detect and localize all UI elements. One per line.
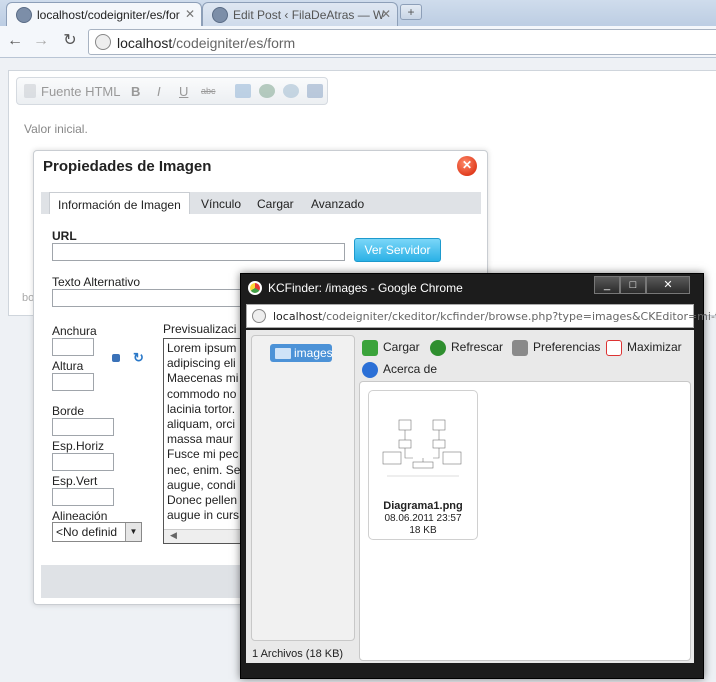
- height-label: Altura: [52, 359, 84, 373]
- anchor-flag-icon[interactable]: [307, 84, 323, 98]
- tab-close-icon[interactable]: ✕: [185, 7, 195, 21]
- tab-upload[interactable]: Cargar: [249, 192, 302, 214]
- settings-label: Preferencias: [533, 340, 601, 355]
- tab-link[interactable]: Vínculo: [193, 192, 249, 214]
- chevron-down-icon: ▼: [125, 523, 141, 541]
- dialog-title: Propiedades de Imagen: [43, 158, 212, 175]
- kc-address-path: /codeigniter/ckeditor/kcfinder/browse.ph…: [322, 310, 716, 323]
- upload-arrow-icon: [362, 340, 378, 356]
- tab-title: Edit Post ‹ FilaDeAtras — W: [233, 8, 385, 22]
- file-name: Diagrama1.png: [383, 500, 463, 512]
- preview-text: Lorem ipsum adipiscing eli Maecenas mi c…: [167, 341, 241, 523]
- bold-button[interactable]: B: [131, 84, 140, 99]
- tab-localhost[interactable]: localhost/codeigniter/es/for ✕: [6, 2, 202, 26]
- address-host: localhost: [117, 35, 173, 51]
- minimize-icon[interactable]: _: [594, 276, 620, 294]
- editor-content[interactable]: Valor inicial.: [24, 122, 88, 136]
- address-path: /codeigniter/es/form: [172, 35, 296, 51]
- preview-label: Previsualizaci: [163, 322, 237, 336]
- maximize-window-icon[interactable]: □: [620, 276, 646, 294]
- upload-label: Cargar: [383, 340, 420, 355]
- editor-toolbar: Fuente HTML B I U abc: [16, 77, 328, 105]
- flash-icon[interactable]: [259, 84, 275, 98]
- maximize-label: Maximizar: [627, 340, 682, 355]
- align-value: <No definid: [56, 525, 118, 539]
- alt-text-label: Texto Alternativo: [52, 275, 141, 289]
- page-icon: [95, 34, 111, 50]
- kcfinder-address-bar[interactable]: localhost/codeigniter/ckeditor/kcfinder/…: [246, 304, 716, 328]
- align-label: Alineación: [52, 509, 108, 523]
- refresh-icon: [430, 340, 446, 356]
- folder-tree-panel: [251, 335, 355, 641]
- table-icon[interactable]: [283, 84, 299, 98]
- forward-arrow-icon[interactable]: →: [30, 31, 52, 51]
- border-label: Borde: [52, 404, 85, 418]
- wrench-icon: [512, 340, 528, 356]
- alt-text-input[interactable]: [52, 289, 242, 307]
- tab-title: localhost/codeigniter/es/for: [37, 8, 180, 22]
- reset-size-icon[interactable]: ↻: [133, 350, 144, 366]
- kcfinder-status: 1 Archivos (18 KB): [252, 648, 344, 660]
- settings-button[interactable]: Preferencias: [512, 340, 600, 356]
- width-input[interactable]: [52, 338, 94, 356]
- vspace-label: Esp.Vert: [52, 474, 98, 488]
- height-input[interactable]: [52, 373, 94, 391]
- dialog-close-icon[interactable]: ✕: [457, 156, 477, 176]
- file-date: 08.06.2011 23:57: [384, 513, 462, 524]
- image-icon[interactable]: [235, 84, 251, 98]
- page-favicon-icon: [16, 7, 32, 23]
- folder-label: images: [294, 346, 333, 360]
- about-label: Acerca de: [383, 362, 438, 377]
- lock-ratio-icon[interactable]: [112, 354, 120, 362]
- align-select[interactable]: <No definid ▼: [52, 522, 142, 542]
- url-input[interactable]: [52, 243, 345, 261]
- folder-icon: [275, 348, 291, 359]
- reload-icon[interactable]: ↻: [59, 31, 81, 51]
- vspace-input[interactable]: [52, 488, 114, 506]
- hspace-input[interactable]: [52, 453, 114, 471]
- maximize-button[interactable]: Maximizar: [606, 340, 682, 356]
- source-button[interactable]: Fuente HTML: [41, 84, 120, 99]
- page-icon: [252, 309, 266, 323]
- dialog-tab-bar: Información de Imagen Vínculo Cargar Ava…: [41, 192, 481, 214]
- italic-button[interactable]: I: [157, 84, 161, 99]
- strike-button[interactable]: abc: [201, 86, 216, 96]
- tab-close-icon[interactable]: ✕: [381, 7, 391, 21]
- about-button[interactable]: Acerca de: [362, 362, 437, 378]
- file-thumbnail: [377, 416, 469, 488]
- tab-image-info[interactable]: Información de Imagen: [49, 192, 190, 214]
- underline-button[interactable]: U: [179, 84, 188, 99]
- folder-images[interactable]: images: [270, 344, 333, 362]
- refresh-label: Refrescar: [451, 340, 504, 355]
- address-bar[interactable]: localhost/codeigniter/es/form: [88, 29, 716, 55]
- info-icon: [362, 362, 378, 378]
- new-tab-button[interactable]: +: [400, 4, 422, 20]
- kcfinder-window-title: KCFinder: /images - Google Chrome: [268, 281, 463, 295]
- url-label: URL: [52, 229, 77, 243]
- maximize-icon: [606, 340, 622, 356]
- back-arrow-icon[interactable]: ←: [4, 31, 26, 51]
- width-label: Anchura: [52, 324, 97, 338]
- upload-button[interactable]: Cargar: [362, 340, 420, 356]
- wordpress-favicon-icon: [212, 7, 228, 23]
- kc-address-host: localhost: [273, 310, 323, 323]
- browse-server-button[interactable]: Ver Servidor: [354, 238, 441, 262]
- border-input[interactable]: [52, 418, 114, 436]
- chrome-logo-icon: [248, 281, 262, 295]
- refresh-button[interactable]: Refrescar: [430, 340, 503, 356]
- source-icon[interactable]: [24, 84, 36, 98]
- preview-scrollbar[interactable]: ◀: [164, 529, 244, 543]
- tab-advanced[interactable]: Avanzado: [303, 192, 372, 214]
- hspace-label: Esp.Horiz: [52, 439, 105, 453]
- diagram-thumbnail-icon: [382, 419, 462, 477]
- tab-edit-post[interactable]: Edit Post ‹ FilaDeAtras — W ✕: [202, 2, 398, 26]
- file-size: 18 KB: [409, 525, 437, 536]
- preview-box[interactable]: Lorem ipsum adipiscing eli Maecenas mi c…: [163, 338, 245, 544]
- close-window-icon[interactable]: ✕: [646, 276, 690, 294]
